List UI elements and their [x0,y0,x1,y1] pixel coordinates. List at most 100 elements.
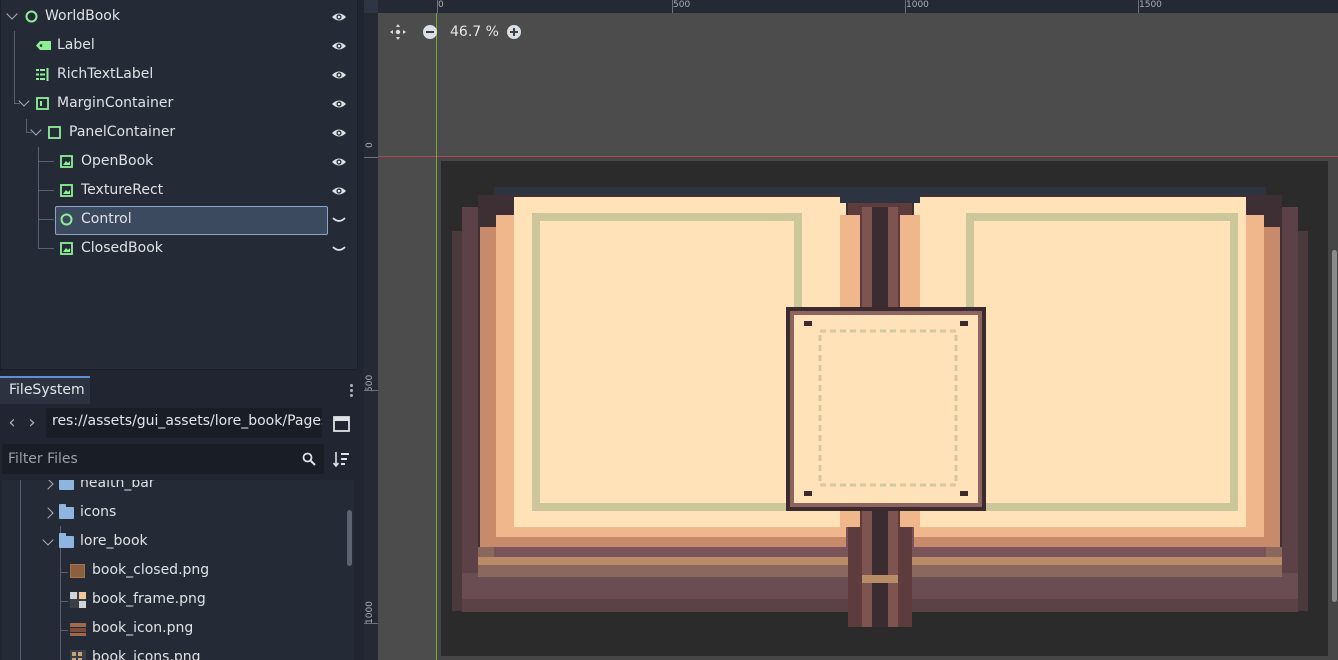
scrollbar-track[interactable] [346,480,354,660]
eye-closed-icon[interactable] [331,242,347,256]
tree-item-control[interactable]: Control [1,206,357,235]
image-file-icon [70,592,86,608]
file-item[interactable]: book_icons.png [2,644,342,660]
image-file-icon [70,623,86,636]
chevron-down-icon[interactable] [6,8,18,20]
zoom-out-button[interactable] [423,25,437,39]
ruler-tick [364,157,378,158]
eye-icon[interactable] [331,184,347,198]
file-label: book_icons.png [92,649,201,660]
eye-icon[interactable] [331,68,347,82]
ruler-tick [364,390,378,391]
eye-icon[interactable] [331,97,347,111]
eye-icon[interactable] [331,10,347,24]
margincontainer-node-icon [36,97,49,110]
ruler-tick-label: 500 [673,0,691,10]
control-node-icon [25,10,38,23]
file-label: book_frame.png [92,591,206,607]
eye-icon[interactable] [331,126,347,140]
filesystem-dock: FileSystem ‹ › res://assets/gui_assets/l… [0,376,360,660]
tab-label: FileSystem [9,382,85,398]
folder-label: health_bar [80,480,155,491]
tree-item-label: PanelContainer [69,124,176,140]
tree-item-panelcontainer[interactable]: PanelContainer [1,119,357,147]
eye-closed-icon[interactable] [331,213,347,227]
y-axis-line [436,13,437,660]
folder-icon [59,480,74,490]
split-view-icon[interactable] [333,416,350,432]
sort-icon[interactable] [333,451,350,467]
filesystem-scrollbar[interactable] [347,510,352,566]
folder-icon [59,504,74,519]
dock-menu-icon[interactable] [347,383,355,399]
scene-tree-panel: WorldBook Label RichTextLabel MarginCont… [0,0,358,370]
tree-item-margincontainer[interactable]: MarginContainer [1,90,357,118]
texturerect-node-icon [60,184,73,197]
eye-icon[interactable] [331,155,347,169]
tree-item-label: TextureRect [81,182,164,198]
ruler-tick-label: 1500 [1139,0,1162,10]
panelcontainer-node-icon [48,126,61,139]
tree-item-label: Control [81,211,132,227]
folder-item[interactable]: lore_book [2,528,342,557]
chevron-right-icon[interactable] [42,480,54,490]
ruler-tick-label: 0 [438,0,444,10]
viewport-scrollbar[interactable] [1332,250,1337,602]
path-field[interactable]: res://assets/gui_assets/lore_book/Pages [46,408,322,438]
chevron-left-icon[interactable]: ‹ [4,413,20,433]
ruler-tick-label: 1000 [365,601,375,624]
canvas-viewport[interactable]: 0 500 1000 1500 0 500 1000 46.7 % [364,0,1338,660]
horizontal-ruler[interactable] [378,0,1338,13]
zoom-level-label[interactable]: 46.7 % [450,24,499,40]
file-item[interactable]: book_icon.png [2,615,342,644]
eye-icon[interactable] [331,39,347,53]
file-label: book_icon.png [92,620,194,636]
chevron-down-icon[interactable] [18,95,30,107]
ruler-tick [905,0,906,13]
tree-item-label-node[interactable]: Label [1,32,357,60]
tree-item-closedbook[interactable]: ClosedBook [1,235,357,263]
tree-item-texturerect[interactable]: TextureRect [1,177,357,205]
chevron-down-icon[interactable] [42,534,54,546]
center-view-icon[interactable] [390,24,406,40]
folder-item[interactable]: icons [2,499,342,528]
ruler-tick [437,0,438,13]
tree-item-worldbook[interactable]: WorldBook [1,3,357,31]
search-icon [302,452,316,466]
image-file-icon [70,650,86,660]
tree-item-label: OpenBook [81,153,154,169]
filter-files-input[interactable] [2,444,292,474]
ruler-tick-label: 0 [365,142,375,148]
label-node-icon [36,41,51,50]
path-text: res://assets/gui_assets/lore_book/Pages [52,413,322,429]
ruler-tick [364,623,378,624]
file-item[interactable]: book_closed.png [2,557,342,586]
tree-item-richtextlabel[interactable]: RichTextLabel [1,61,357,89]
tree-item-label: ClosedBook [81,240,163,256]
control-node-icon [60,213,73,226]
image-file-icon [70,564,85,578]
vertical-ruler[interactable] [364,0,378,660]
folder-item[interactable]: health_bar [2,480,342,499]
file-item[interactable]: book_frame.png [2,586,342,615]
ruler-corner [364,0,378,13]
chevron-down-icon[interactable] [30,124,42,136]
zoom-in-button[interactable] [507,25,521,39]
texturerect-node-icon [60,242,73,255]
file-label: book_closed.png [92,562,210,578]
chevron-right-icon[interactable] [42,507,54,519]
tree-item-openbook[interactable]: OpenBook [1,148,357,176]
tab-filesystem[interactable]: FileSystem [0,376,90,404]
texturerect-node-icon [60,155,73,168]
folder-icon [59,533,74,548]
openbook-texture[interactable] [450,187,1310,631]
tree-item-label: RichTextLabel [57,66,154,82]
file-tree: health_bar icons lore_book book_closed.p… [2,480,354,660]
filter-files-field[interactable] [2,444,324,474]
ruler-tick [672,0,673,13]
ruler-tick-label: 1000 [906,0,929,10]
folder-label: icons [80,504,117,520]
chevron-right-icon[interactable]: › [24,413,40,433]
tree-item-label: WorldBook [45,8,120,24]
tree-item-label: Label [57,37,95,53]
